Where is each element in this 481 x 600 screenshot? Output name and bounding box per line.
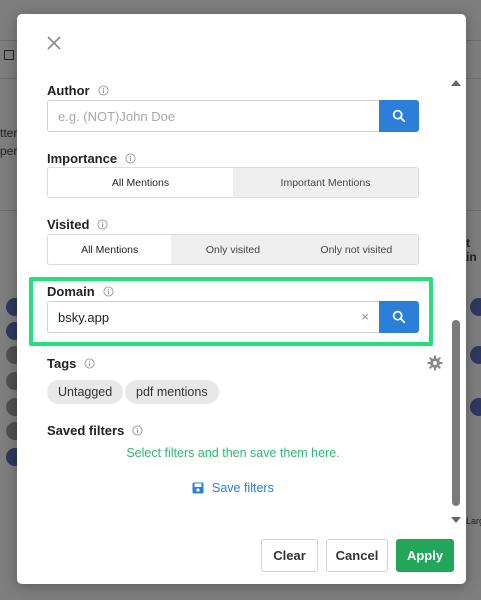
info-icon[interactable] <box>97 219 108 230</box>
save-filters-label: Save filters <box>212 481 274 495</box>
scrollbar-thumb[interactable] <box>452 320 460 506</box>
close-icon <box>47 36 61 50</box>
apply-button[interactable]: Apply <box>396 539 454 572</box>
importance-label: Importance <box>47 151 118 166</box>
info-icon[interactable] <box>103 286 114 297</box>
author-search-button[interactable] <box>379 100 419 132</box>
importance-option-important[interactable]: Important Mentions <box>233 168 418 197</box>
domain-search-button[interactable] <box>379 301 419 333</box>
visited-option-not-visited[interactable]: Only not visited <box>294 235 418 264</box>
domain-input[interactable] <box>47 301 379 333</box>
info-icon[interactable] <box>132 425 143 436</box>
domain-label-row: Domain <box>47 284 114 299</box>
filters-modal: Author Importance All Mentions Important… <box>17 14 466 584</box>
importance-label-row: Importance <box>47 151 136 166</box>
visited-option-all[interactable]: All Mentions <box>48 235 172 264</box>
visited-option-visited[interactable]: Only visited <box>171 235 295 264</box>
search-icon <box>392 109 406 123</box>
tag-pdf-mentions[interactable]: pdf mentions <box>125 380 219 404</box>
scroll-up-arrow[interactable] <box>451 80 461 86</box>
search-icon <box>392 310 406 324</box>
domain-label: Domain <box>47 284 95 299</box>
saved-filters-empty-text: Select filters and then save them here. <box>126 446 340 460</box>
clear-button[interactable]: Clear <box>261 539 318 572</box>
saved-filters-label: Saved filters <box>47 423 125 438</box>
cancel-button[interactable]: Cancel <box>326 539 388 572</box>
domain-search-group: × <box>47 301 419 333</box>
tags-label: Tags <box>47 356 77 371</box>
close-button[interactable] <box>45 34 63 52</box>
info-icon[interactable] <box>125 153 136 164</box>
visited-label: Visited <box>47 217 90 232</box>
tags-settings-button[interactable] <box>427 355 443 371</box>
scroll-down-arrow[interactable] <box>451 517 461 523</box>
importance-option-all[interactable]: All Mentions <box>48 168 233 197</box>
domain-clear-button[interactable]: × <box>361 309 369 325</box>
author-search-group <box>47 100 419 132</box>
tag-untagged[interactable]: Untagged <box>47 380 124 404</box>
visited-label-row: Visited <box>47 217 108 232</box>
saved-filters-label-row: Saved filters <box>47 423 143 438</box>
importance-toggle: All Mentions Important Mentions <box>47 167 419 198</box>
author-label: Author <box>47 83 90 98</box>
tags-label-row: Tags <box>47 356 95 371</box>
visited-toggle: All Mentions Only visited Only not visit… <box>47 234 419 265</box>
gear-icon <box>427 355 443 371</box>
info-icon[interactable] <box>84 358 95 369</box>
author-input[interactable] <box>47 100 379 132</box>
save-icon <box>192 482 204 494</box>
author-label-row: Author <box>47 83 109 98</box>
save-filters-button[interactable]: Save filters <box>192 481 274 495</box>
info-icon[interactable] <box>98 85 109 96</box>
